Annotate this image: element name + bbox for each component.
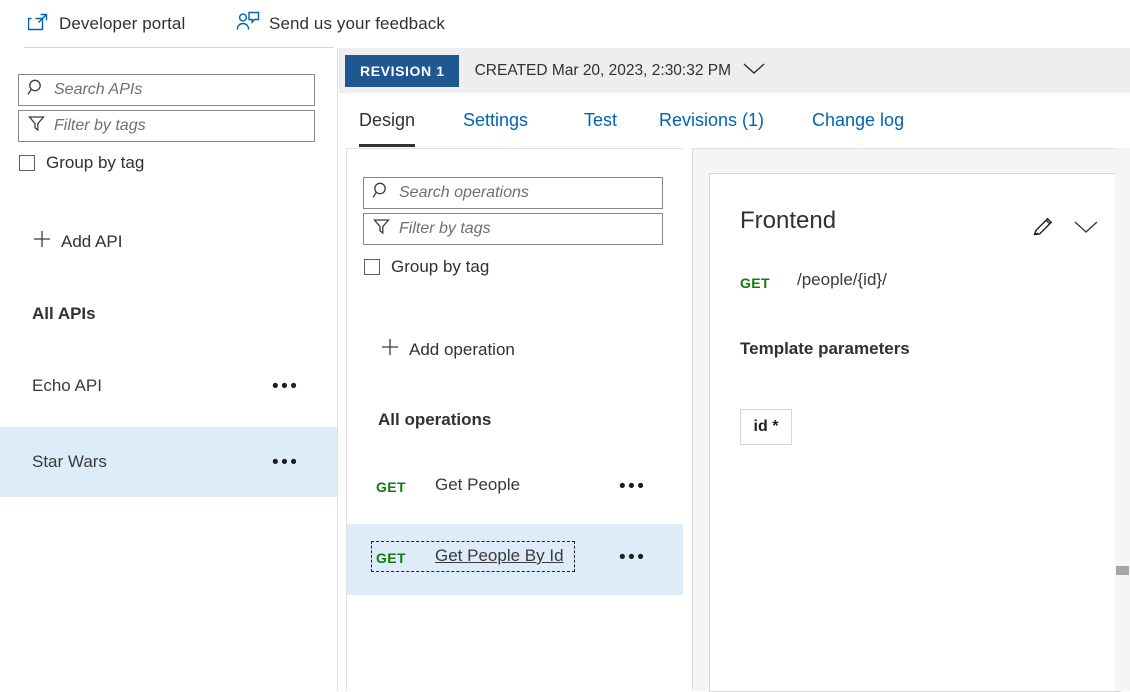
tab-label: Change log bbox=[812, 109, 905, 130]
add-operation-button[interactable]: Add operation bbox=[380, 337, 515, 362]
api-context-menu-button[interactable]: ••• bbox=[272, 453, 299, 472]
api-context-menu-button[interactable]: ••• bbox=[272, 377, 299, 396]
send-feedback-button[interactable]: Send us your feedback bbox=[236, 8, 445, 40]
revision-badge: REVISION 1 bbox=[345, 54, 459, 87]
api-list-item-star-wars[interactable]: Star Wars ••• bbox=[0, 427, 337, 497]
filter-by-tags-placeholder: Filter by tags bbox=[54, 117, 146, 134]
api-name: Star Wars bbox=[32, 452, 107, 471]
revision-bar: REVISION 1 CREATED Mar 20, 2023, 2:30:32… bbox=[339, 48, 1130, 93]
send-feedback-label: Send us your feedback bbox=[269, 14, 445, 33]
filter-by-tags-input[interactable]: Filter by tags bbox=[18, 110, 315, 142]
search-operations-placeholder: Search operations bbox=[399, 184, 529, 201]
http-method-badge: GET bbox=[376, 479, 406, 495]
api-list-item-echo-api[interactable]: Echo API ••• bbox=[0, 351, 337, 421]
operations-filter-by-tags-input[interactable]: Filter by tags bbox=[363, 213, 663, 245]
tab-change-log[interactable]: Change log bbox=[812, 93, 904, 147]
checkbox-box bbox=[19, 155, 35, 171]
frontend-url-template: /people/{id}/ bbox=[797, 270, 887, 289]
developer-portal-button[interactable]: Developer portal bbox=[27, 8, 186, 40]
external-link-icon bbox=[27, 11, 50, 38]
group-by-tag-label: Group by tag bbox=[46, 153, 145, 172]
chevron-down-icon[interactable] bbox=[1072, 218, 1100, 240]
add-api-label: Add API bbox=[61, 231, 123, 251]
plus-icon bbox=[32, 229, 52, 254]
tab-test[interactable]: Test bbox=[584, 93, 617, 147]
vertical-scrollbar[interactable] bbox=[1115, 148, 1130, 691]
api-name: Echo API bbox=[32, 376, 102, 395]
operations-filter-placeholder: Filter by tags bbox=[399, 220, 491, 237]
tab-label: Design bbox=[359, 109, 416, 130]
operation-context-menu-button[interactable]: ••• bbox=[619, 475, 646, 500]
checkbox-box bbox=[364, 259, 380, 275]
add-operation-label: Add operation bbox=[409, 339, 515, 359]
pencil-icon[interactable] bbox=[1030, 214, 1056, 245]
search-operations-input[interactable]: Search operations bbox=[363, 177, 663, 209]
search-apis-placeholder: Search APIs bbox=[54, 81, 143, 98]
funnel-icon bbox=[372, 217, 391, 241]
operation-context-menu-button[interactable]: ••• bbox=[619, 546, 646, 571]
all-operations-header[interactable]: All operations bbox=[378, 410, 491, 430]
funnel-icon bbox=[27, 114, 46, 138]
api-list-sidebar: Search APIs Filter by tags Group by tag … bbox=[0, 48, 338, 691]
feedback-person-icon bbox=[236, 11, 260, 38]
tab-design[interactable]: Design bbox=[359, 93, 416, 147]
group-by-tag-checkbox[interactable]: Group by tag bbox=[19, 153, 144, 173]
tab-label: Test bbox=[584, 109, 618, 130]
add-api-button[interactable]: Add API bbox=[32, 229, 122, 254]
search-apis-input[interactable]: Search APIs bbox=[18, 74, 315, 106]
plus-icon bbox=[380, 337, 400, 362]
template-parameters-header: Template parameters bbox=[740, 339, 910, 358]
top-command-bar: Developer portal Send us your feedback bbox=[0, 0, 1130, 48]
operation-name: Get People bbox=[435, 475, 521, 494]
all-apis-header[interactable]: All APIs bbox=[32, 304, 96, 324]
scrollbar-thumb[interactable] bbox=[1116, 566, 1129, 575]
active-tab-underline bbox=[359, 144, 416, 147]
tab-label: Settings bbox=[463, 109, 529, 130]
http-method-badge: GET bbox=[376, 550, 406, 566]
operations-group-by-tag-checkbox[interactable]: Group by tag bbox=[364, 257, 489, 277]
operation-list-item-get-people-by-id[interactable]: GET Get People By Id ••• bbox=[347, 524, 683, 595]
developer-portal-label: Developer portal bbox=[59, 14, 186, 33]
api-tabs: Design Settings Test Revisions (1) Chang… bbox=[339, 93, 1130, 147]
operation-list-item-get-people[interactable]: GET Get People ••• bbox=[347, 453, 683, 524]
tab-revisions[interactable]: Revisions (1) bbox=[659, 93, 764, 147]
tab-settings[interactable]: Settings bbox=[463, 93, 528, 147]
operation-name: Get People By Id bbox=[435, 546, 564, 565]
tab-label: Revisions (1) bbox=[659, 109, 765, 130]
search-icon bbox=[27, 78, 46, 102]
chevron-down-icon[interactable] bbox=[741, 60, 767, 81]
frontend-title: Frontend bbox=[740, 207, 837, 234]
frontend-http-method: GET bbox=[740, 275, 770, 291]
frontend-card: Frontend GET /people/{id}/ Template para… bbox=[709, 173, 1121, 692]
search-icon bbox=[372, 181, 391, 205]
operation-detail-pane: Frontend GET /people/{id}/ Template para… bbox=[692, 148, 1130, 692]
revision-created-text: CREATED Mar 20, 2023, 2:30:32 PM bbox=[474, 61, 732, 79]
operations-pane: Search operations Filter by tags Group b… bbox=[346, 148, 683, 691]
operations-group-by-tag-label: Group by tag bbox=[391, 257, 490, 276]
template-parameter-cell-id: id * bbox=[740, 409, 792, 445]
